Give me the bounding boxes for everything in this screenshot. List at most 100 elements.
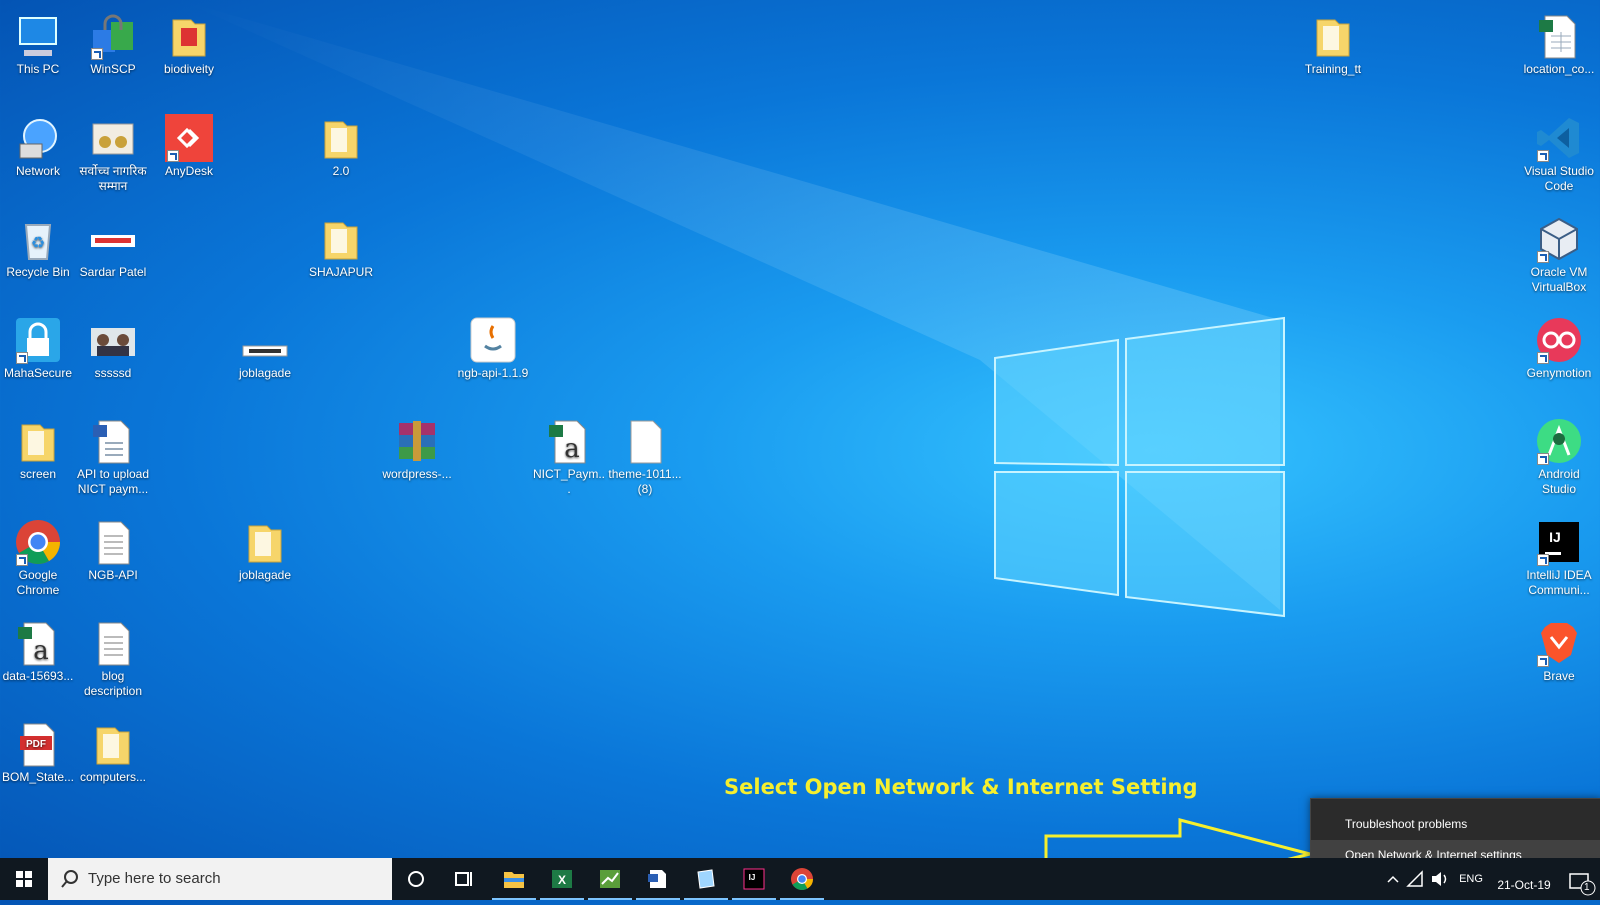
document-icon — [89, 417, 137, 465]
desktop-icon-api-upload-doc[interactable]: API to upload NICT paym... — [76, 413, 150, 497]
desktop-icon-blog-description[interactable]: blog description — [76, 615, 150, 699]
notification-icon — [1569, 873, 1596, 896]
shortcut-arrow-icon — [1537, 554, 1549, 566]
document-icon — [648, 870, 666, 888]
this-pc-icon — [14, 12, 62, 60]
text-file-icon — [89, 619, 137, 667]
anydesk-icon — [165, 114, 213, 162]
desktop-icon-virtualbox[interactable]: Oracle VM VirtualBox — [1522, 211, 1596, 295]
genymotion-icon — [1535, 316, 1583, 364]
svg-text:PDF: PDF — [26, 739, 46, 750]
desktop-icon-ngb-api-jar[interactable]: ngb-api-1.1.9 — [456, 312, 530, 381]
vscode-icon — [1535, 114, 1583, 162]
image-icon — [89, 215, 137, 263]
desktop-icon-shajapur[interactable]: SHAJAPUR — [304, 211, 378, 280]
desktop-icon-wordpress-archive[interactable]: wordpress-... — [380, 413, 454, 482]
start-button[interactable] — [0, 858, 48, 900]
shortcut-arrow-icon — [1537, 251, 1549, 263]
intellij-icon: IJ — [1535, 518, 1583, 566]
desktop-icon-google-chrome[interactable]: Google Chrome — [1, 514, 75, 598]
desktop-icon-biodiveity[interactable]: biodiveity — [152, 8, 226, 77]
desktop[interactable]: This PC Network ♻ Recycle Bin MahaSecure… — [0, 0, 1600, 858]
desktop-icon-training-tt[interactable]: Training_tt — [1296, 8, 1370, 77]
desktop-icon-anydesk[interactable]: AnyDesk — [152, 110, 226, 179]
instruction-annotation: Select Open Network & Internet Setting — [724, 775, 1198, 799]
excel-icon — [1535, 12, 1583, 60]
folder-icon — [317, 215, 365, 263]
shortcut-arrow-icon — [16, 352, 28, 364]
task-view-button[interactable] — [440, 858, 488, 900]
desktop-icon-ngb-api[interactable]: NGB-API — [76, 514, 150, 583]
taskbar-file-explorer[interactable] — [490, 858, 538, 900]
desktop-icon-sssssd[interactable]: sssssd — [76, 312, 150, 381]
shortcut-arrow-icon — [16, 554, 28, 566]
desktop-icon-joblagade-folder[interactable]: joblagade — [228, 514, 302, 583]
taskbar-word-document[interactable] — [634, 858, 682, 900]
file-icon — [621, 417, 669, 465]
csv-icon: a — [545, 417, 593, 465]
desktop-icon-genymotion[interactable]: Genymotion — [1522, 312, 1596, 381]
recycle-bin-icon: ♻ — [14, 215, 62, 263]
winscp-icon — [89, 12, 137, 60]
taskbar-search-box[interactable]: Type here to search — [48, 858, 392, 900]
desktop-icon-joblagade-image[interactable]: joblagade — [228, 312, 302, 381]
folder-icon — [317, 114, 365, 162]
taskbar-notepad-app[interactable] — [682, 858, 730, 900]
svg-text:a: a — [564, 434, 580, 464]
android-studio-icon — [1535, 417, 1583, 465]
shortcut-arrow-icon — [1537, 150, 1549, 162]
shortcut-arrow-icon — [1537, 352, 1549, 364]
network-icon — [14, 114, 62, 162]
desktop-icon-2-0[interactable]: 2.0 — [304, 110, 378, 179]
svg-text:IJ: IJ — [1549, 529, 1561, 545]
desktop-icon-screen[interactable]: screen — [1, 413, 75, 482]
folder-icon — [14, 417, 62, 465]
notepad-icon — [697, 869, 715, 889]
desktop-icon-android-studio[interactable]: Android Studio — [1522, 413, 1596, 497]
desktop-icon-brave[interactable]: Brave — [1522, 615, 1596, 684]
desktop-icon-theme-file[interactable]: theme-1011... (8) — [608, 413, 682, 497]
folder-icon — [89, 720, 137, 768]
desktop-icon-sardar-patel[interactable]: Sardar Patel — [76, 211, 150, 280]
svg-text:a: a — [33, 636, 49, 666]
action-center-button[interactable]: 1 — [1562, 858, 1600, 900]
tray-clock[interactable]: 21-Oct-19 — [1488, 858, 1560, 900]
mahasecure-icon — [14, 316, 62, 364]
image-icon — [89, 316, 137, 364]
task-view-icon — [455, 872, 472, 886]
desktop-icon-location-excel[interactable]: location_co... — [1522, 8, 1596, 77]
network-icon — [1406, 870, 1423, 887]
cortana-button[interactable] — [392, 858, 440, 900]
taskbar: Type here to search X IJ ENG 21-Oct-19 1 — [0, 858, 1600, 900]
wallpaper-windows-logo — [180, 0, 1285, 618]
desktop-icon-computers[interactable]: computers... — [76, 716, 150, 785]
text-file-icon — [89, 518, 137, 566]
desktop-icon-data-csv[interactable]: a data-15693... — [1, 615, 75, 684]
desktop-icon-bom-pdf[interactable]: PDF BOM_State... — [1, 716, 75, 785]
winrar-icon — [393, 417, 441, 465]
shortcut-arrow-icon — [91, 48, 103, 60]
taskbar-google-chrome[interactable] — [778, 858, 826, 900]
desktop-icon-winscp[interactable]: WinSCP — [76, 8, 150, 77]
chrome-icon — [791, 868, 813, 890]
desktop-icon-samman[interactable]: सर्वोच्च नागरिक सम्मान — [76, 110, 150, 194]
folder-icon — [241, 518, 289, 566]
desktop-icon-nict-payment-csv[interactable]: a NICT_Paym... — [532, 413, 606, 497]
taskbar-excel[interactable]: X — [538, 858, 586, 900]
svg-text:♻: ♻ — [31, 235, 45, 252]
taskbar-intellij[interactable]: IJ — [730, 858, 778, 900]
desktop-icon-intellij[interactable]: IJ IntelliJ IDEA Communi... — [1522, 514, 1596, 598]
cortana-icon — [408, 871, 424, 887]
desktop-icon-recycle-bin[interactable]: ♻ Recycle Bin — [1, 211, 75, 280]
menu-item-troubleshoot[interactable]: Troubleshoot problems — [1311, 809, 1600, 839]
taskbar-spreadsheet-app[interactable] — [586, 858, 634, 900]
tray-volume-button[interactable] — [1428, 858, 1452, 900]
desktop-icon-this-pc[interactable]: This PC — [1, 8, 75, 77]
tray-language[interactable]: ENG — [1454, 858, 1488, 900]
tray-network-button[interactable] — [1404, 858, 1428, 900]
intellij-icon: IJ — [743, 868, 765, 890]
folder-icon — [165, 12, 213, 60]
desktop-icon-mahasecure[interactable]: MahaSecure — [1, 312, 75, 381]
desktop-icon-vscode[interactable]: Visual Studio Code — [1522, 110, 1596, 194]
desktop-icon-network[interactable]: Network — [1, 110, 75, 179]
